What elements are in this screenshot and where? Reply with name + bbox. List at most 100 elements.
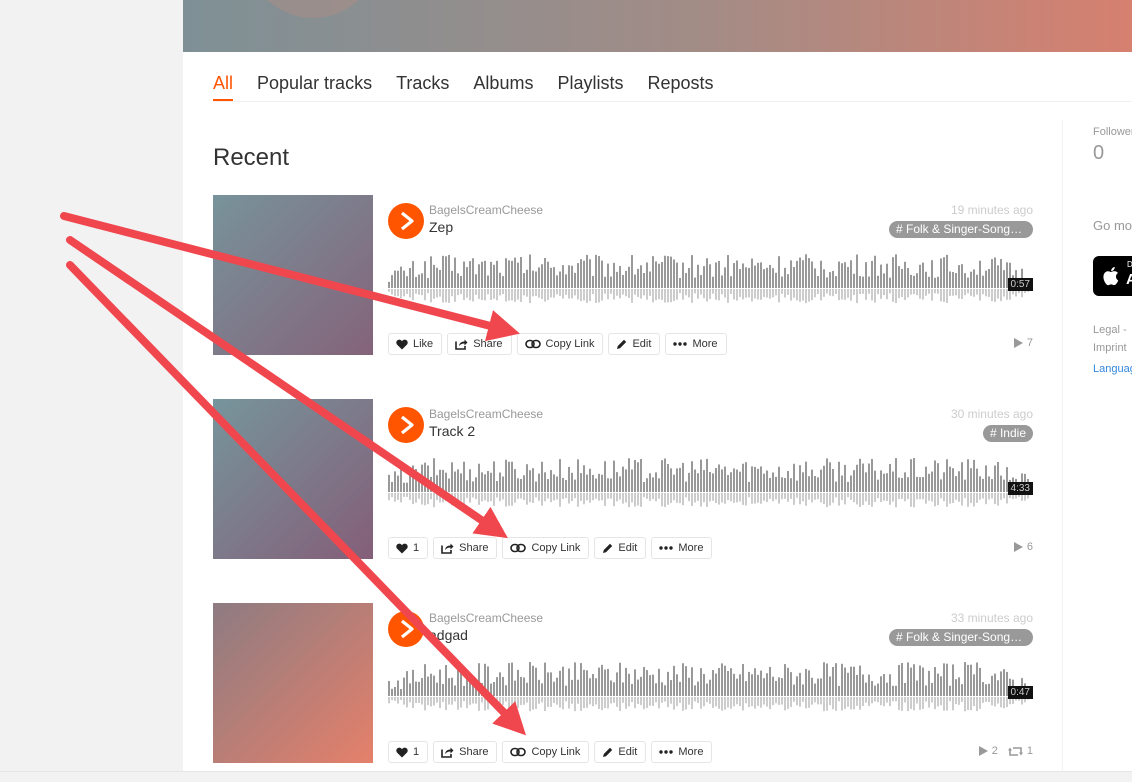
waveform-bar-reflection [535, 289, 537, 296]
repost-count[interactable]: 1 [1007, 745, 1033, 757]
play-button[interactable] [388, 203, 424, 239]
track-time-ago: 33 minutes ago [950, 611, 1033, 625]
genre-tag[interactable]: # Folk & Singer-Songwriter [889, 629, 1033, 646]
waveform-bar [892, 471, 894, 492]
genre-tag[interactable]: # Indie [982, 425, 1033, 442]
waveform-bar-reflection [736, 289, 738, 301]
edit-button[interactable]: Edit [594, 741, 647, 763]
waveform-bar [793, 684, 795, 696]
waveform-bar [508, 663, 510, 696]
tab-albums[interactable]: Albums [473, 70, 533, 99]
track-uploader[interactable]: BagelsCreamCheese [429, 611, 543, 625]
waveform-bar-reflection [550, 289, 552, 298]
waveform-bar [937, 276, 939, 288]
waveform-bar [823, 269, 825, 288]
track-uploader[interactable]: BagelsCreamCheese [429, 203, 543, 217]
waveform-bar [571, 679, 573, 696]
waveform-bar-reflection [556, 697, 558, 705]
waveform[interactable] [388, 250, 1033, 310]
share-button[interactable]: Share [447, 333, 512, 355]
tab-reposts[interactable]: Reposts [647, 70, 713, 99]
waveform-bar [811, 677, 813, 696]
waveform-bar-reflection [754, 289, 756, 299]
waveform-bar-reflection [586, 697, 588, 708]
waveform-bar-reflection [658, 697, 660, 709]
waveform-bar [988, 269, 990, 288]
more-button[interactable]: More [651, 741, 713, 763]
edit-button[interactable]: Edit [608, 333, 661, 355]
waveform-bar [652, 256, 654, 288]
waveform-bar-reflection [787, 493, 789, 502]
waveform-bar [694, 277, 696, 288]
tab-all[interactable]: All [213, 70, 234, 101]
waveform-bar-reflection [727, 493, 729, 501]
track-title[interactable]: adgad [429, 627, 468, 643]
waveform-bar-reflection [964, 289, 966, 296]
tab-playlists[interactable]: Playlists [557, 70, 623, 99]
language-link[interactable]: Language [1093, 363, 1132, 375]
waveform-bar-reflection [898, 493, 900, 500]
waveform-bar [922, 262, 924, 288]
copy-link-button[interactable]: Copy Link [502, 741, 590, 763]
track-title[interactable]: Zep [429, 219, 453, 235]
waveform-bar-reflection [907, 289, 909, 298]
track-artwork[interactable] [213, 603, 373, 763]
horizontal-scrollbar[interactable] [0, 771, 1132, 782]
share-button[interactable]: Share [433, 537, 498, 559]
waveform-bar [835, 481, 837, 492]
app-store-badge[interactable]: D A [1093, 256, 1132, 296]
edit-button[interactable]: Edit [594, 537, 647, 559]
like-button[interactable]: 1 [388, 741, 429, 763]
waveform-bar [883, 473, 885, 492]
waveform-bar-reflection [577, 493, 579, 507]
track-artwork[interactable] [213, 399, 373, 559]
waveform-bar [742, 664, 744, 696]
waveform-bar-reflection [484, 289, 486, 301]
waveform[interactable] [388, 454, 1033, 514]
waveform-bar-reflection [928, 289, 930, 294]
waveform-bar-reflection [991, 493, 993, 499]
waveform-bar-reflection [430, 289, 432, 303]
waveform-bar-reflection [574, 697, 576, 712]
more-button[interactable]: More [651, 537, 713, 559]
waveform-bar [769, 477, 771, 492]
play-button[interactable] [388, 407, 424, 443]
waveform[interactable] [388, 658, 1033, 718]
genre-tag[interactable]: # Folk & Singer-Songwriter [889, 221, 1033, 238]
waveform-bar [424, 664, 426, 696]
track-artwork[interactable] [213, 195, 373, 355]
like-button[interactable]: Like [388, 333, 443, 355]
waveform-bar-reflection [970, 697, 972, 711]
waveform-bar [565, 274, 567, 288]
waveform-bar [1000, 671, 1002, 696]
profile-avatar[interactable] [243, 0, 383, 18]
waveform-bar [958, 265, 960, 288]
waveform-bar-reflection [868, 697, 870, 707]
like-button[interactable]: 1 [388, 537, 429, 559]
waveform-bar [736, 469, 738, 492]
share-button[interactable]: Share [433, 741, 498, 763]
copy-link-button[interactable]: Copy Link [516, 333, 604, 355]
more-button[interactable]: More [665, 333, 727, 355]
waveform-bar [418, 274, 420, 288]
followers-count[interactable]: 0 [1093, 142, 1104, 165]
waveform-bar-reflection [847, 697, 849, 707]
tab-popular-tracks[interactable]: Popular tracks [257, 70, 372, 99]
tab-tracks[interactable]: Tracks [396, 70, 449, 99]
waveform-bar-reflection [628, 493, 630, 508]
imprint-link[interactable]: Imprint [1093, 342, 1127, 354]
legal-link[interactable]: Legal - [1093, 324, 1127, 336]
waveform-bar-reflection [424, 697, 426, 711]
play-count: 6 [1013, 541, 1033, 553]
waveform-bar [871, 681, 873, 696]
track-uploader[interactable]: BagelsCreamCheese [429, 407, 543, 421]
waveform-bar-reflection [676, 493, 678, 503]
copy-link-button[interactable]: Copy Link [502, 537, 590, 559]
play-button[interactable] [388, 611, 424, 647]
waveform-bar-reflection [496, 697, 498, 705]
track-title[interactable]: Track 2 [429, 423, 475, 439]
waveform-bar-reflection [898, 697, 900, 711]
waveform-bar-reflection [445, 289, 447, 303]
waveform-bar-reflection [604, 493, 606, 506]
waveform-bar-reflection [817, 493, 819, 500]
